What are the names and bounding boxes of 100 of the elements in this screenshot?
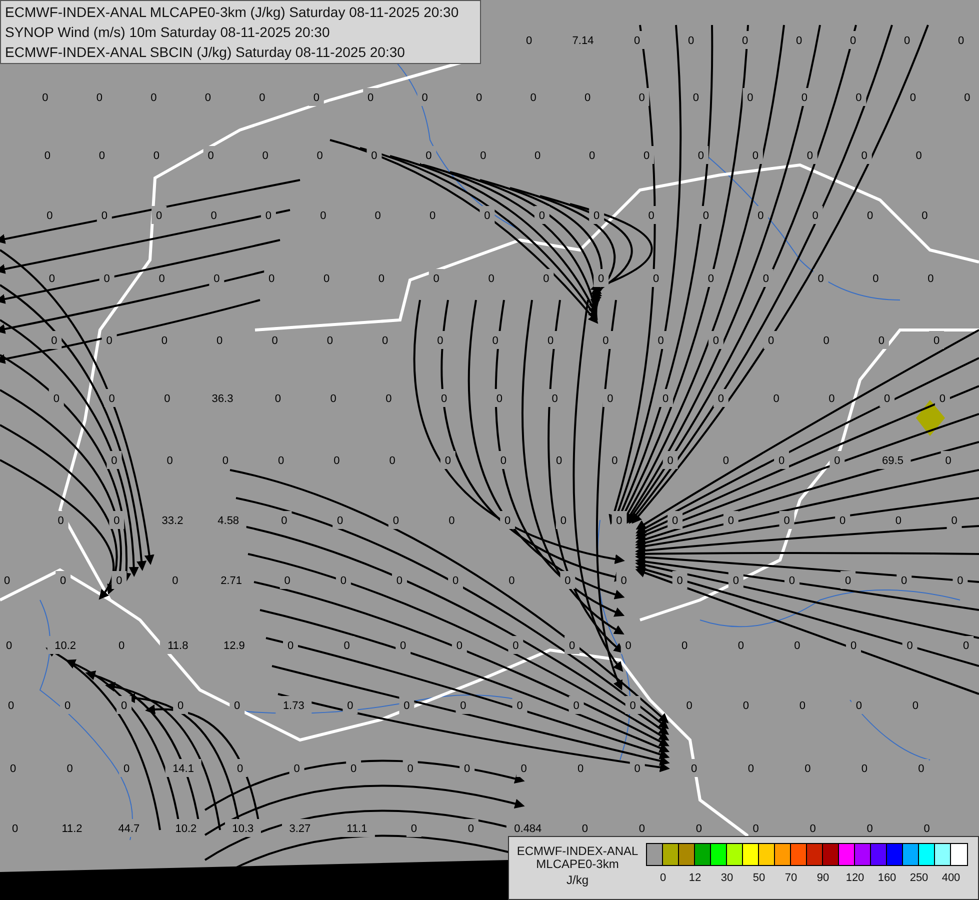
value-label: 0 xyxy=(10,763,16,775)
value-label: 36.3 xyxy=(212,393,234,405)
value-label: 0 xyxy=(762,273,769,285)
value-label: 0 xyxy=(918,763,924,775)
value-label: 0 xyxy=(42,92,48,104)
value-label: 0 xyxy=(698,150,704,162)
value-label: 0 xyxy=(166,455,173,467)
value-label: 0 xyxy=(924,823,930,835)
value-label: 0 xyxy=(350,763,357,775)
value-label: 0 xyxy=(543,273,550,285)
value-label: 0 xyxy=(696,823,702,835)
value-label: 0 xyxy=(794,640,800,652)
value-label: 0 xyxy=(492,335,498,347)
value-label: 0 xyxy=(722,455,729,467)
value-label: 0 xyxy=(850,640,857,652)
value-label: 0 xyxy=(316,150,323,162)
value-label: 0 xyxy=(448,515,455,527)
value-label: 0 xyxy=(718,393,724,405)
value-label: 0 xyxy=(274,393,281,405)
value-label: 0 xyxy=(178,700,184,712)
value-label: 0 xyxy=(320,210,326,222)
value-label: 4.58 xyxy=(218,515,240,527)
value-label: 0 xyxy=(878,335,884,347)
value-label: 0 xyxy=(323,273,330,285)
value-label: 0 xyxy=(48,273,55,285)
value-label: 0 xyxy=(313,92,320,104)
value-label: 0 xyxy=(118,640,125,652)
value-label: 0 xyxy=(804,763,811,775)
value-label: 0 xyxy=(396,575,403,587)
value-label: 0 xyxy=(500,455,507,467)
value-label: 0 xyxy=(60,575,66,587)
value-label: 0 xyxy=(728,515,734,527)
value-label: 0 xyxy=(58,515,64,527)
value-label: 0 xyxy=(933,335,940,347)
value-label: 0 xyxy=(939,393,946,405)
value-label: 0 xyxy=(963,640,970,652)
value-label: 0 xyxy=(389,455,396,467)
value-label: 0 xyxy=(46,210,53,222)
value-label: 0 xyxy=(634,763,640,775)
value-label: 12.9 xyxy=(224,640,245,652)
value-label: 0 xyxy=(111,455,118,467)
value-label: 0 xyxy=(407,763,414,775)
value-label: 0 xyxy=(584,92,591,104)
value-label: 0 xyxy=(496,393,502,405)
value-label: 0 xyxy=(382,335,388,347)
value-label: 0 xyxy=(823,335,830,347)
value-label: 0 xyxy=(598,273,604,285)
value-label: 0 xyxy=(236,763,244,775)
value-label: 0 xyxy=(648,210,654,222)
value-label: 0 xyxy=(488,273,494,285)
legend-tick-label: 70 xyxy=(784,872,798,884)
value-label: 0 xyxy=(691,763,698,775)
value-label: 0 xyxy=(957,575,964,587)
value-label: 0 xyxy=(400,640,406,652)
value-label: 0 xyxy=(44,150,51,162)
value-label: 0 xyxy=(682,640,688,652)
value-label: 0 xyxy=(732,575,739,587)
value-label: 0 xyxy=(560,515,566,527)
value-label: 0 xyxy=(810,823,816,835)
value-label: 0 xyxy=(208,150,214,162)
value-label: 14.1 xyxy=(172,763,194,775)
legend-tick-label: 50 xyxy=(752,872,766,884)
value-label: 0 xyxy=(676,575,683,587)
value-label: 0 xyxy=(806,150,813,162)
value-label: 0 xyxy=(630,700,636,712)
value-label: 0 xyxy=(464,763,470,775)
value-label: 0 xyxy=(788,575,796,587)
value-label: 0 xyxy=(768,335,774,347)
value-label: 0 xyxy=(216,335,223,347)
value-label: 0 xyxy=(460,700,466,712)
legend-tick-label: 160 xyxy=(878,872,896,884)
value-label: 0 xyxy=(294,763,300,775)
value-label: 0 xyxy=(106,335,112,347)
value-label: 0 xyxy=(114,515,120,527)
value-label: 0 xyxy=(12,823,18,835)
value-label: 0 xyxy=(433,273,440,285)
value-label: 0 xyxy=(901,575,908,587)
value-label: 0 xyxy=(928,273,934,285)
value-label: 0 xyxy=(612,455,618,467)
value-label: 0 xyxy=(752,823,759,835)
value-label: 0 xyxy=(958,35,964,47)
value-label: 0 xyxy=(161,335,168,347)
value-label: 0 xyxy=(812,210,818,222)
value-label: 0 xyxy=(861,150,868,162)
value-label: 0 xyxy=(101,210,108,222)
value-label: 0 xyxy=(748,763,754,775)
value-label: 0 xyxy=(667,455,674,467)
value-label: 0 xyxy=(262,150,268,162)
value-label: 0 xyxy=(692,92,700,104)
legend-tick-label: 400 xyxy=(942,872,960,884)
value-label: 0 xyxy=(564,575,571,587)
value-label: 0 xyxy=(742,35,748,47)
value-label: 0 xyxy=(834,455,840,467)
value-label: 0 xyxy=(437,335,444,347)
value-label: 0 xyxy=(856,92,862,104)
value-label: 0 xyxy=(747,92,754,104)
value-label: 0 xyxy=(702,210,710,222)
header-line: ECMWF-INDEX-ANAL MLCAPE0-3km (J/kg) Saturday 08-11-2025 20:30 xyxy=(5,3,460,22)
value-label: 0 xyxy=(620,575,627,587)
value-label: 0 xyxy=(281,515,288,527)
